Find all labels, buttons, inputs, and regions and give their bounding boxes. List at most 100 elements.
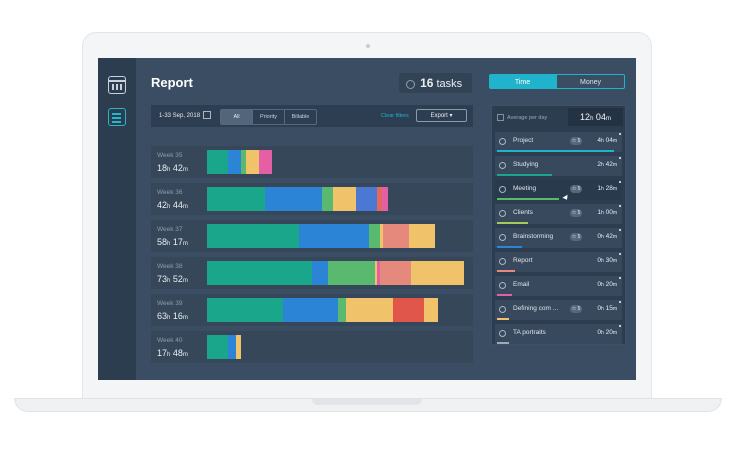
category-icon: [499, 186, 506, 193]
bar-segment[interactable]: [409, 224, 435, 248]
week-hours: 73: [157, 274, 167, 284]
money-toggle-button[interactable]: Money: [556, 74, 625, 89]
bar-segment[interactable]: [383, 224, 409, 248]
category-time: 0h 30m: [597, 257, 617, 264]
report-list-nav-icon[interactable]: [108, 108, 126, 126]
clear-filters-link[interactable]: Clear filters: [381, 105, 409, 127]
category-item[interactable]: Defining com ...✩ 50h 15m: [495, 300, 622, 320]
minutes-unit: m: [183, 278, 188, 284]
bar-segment[interactable]: [328, 261, 375, 285]
category-panel: Average per day 12h 04m Project✩ 54h 04m…: [491, 105, 626, 345]
category-name: Meeting: [513, 185, 536, 192]
stacked-bar[interactable]: [207, 224, 435, 248]
minutes-unit: m: [183, 241, 188, 247]
category-item[interactable]: Email0h 20m: [495, 276, 622, 296]
bar-segment[interactable]: [346, 298, 393, 322]
category-time: 1h 28m: [597, 185, 617, 192]
export-dropdown[interactable]: Export ▾: [416, 109, 467, 122]
stacked-bar[interactable]: [207, 335, 241, 359]
week-label: Week 37: [157, 226, 183, 233]
category-item[interactable]: Brainstorming✩ 50h 42m: [495, 228, 622, 248]
stacked-bar[interactable]: [207, 298, 438, 322]
category-item[interactable]: TA portraits0h 20m: [495, 324, 622, 344]
week-total: 58h 17m: [157, 237, 188, 247]
bar-segment[interactable]: [393, 298, 424, 322]
bar-segment[interactable]: [333, 187, 357, 211]
week-minutes: 44: [173, 200, 183, 210]
laptop-notch: [312, 399, 422, 405]
bar-segment[interactable]: [207, 335, 228, 359]
week-hours: 17: [157, 348, 167, 358]
stacked-bar[interactable]: [207, 261, 464, 285]
category-item[interactable]: Project✩ 54h 04m: [495, 132, 622, 152]
export-label: Export: [430, 113, 447, 119]
average-per-day-toggle[interactable]: Average per day: [497, 114, 547, 121]
bar-segment[interactable]: [207, 150, 228, 174]
tab-all[interactable]: All: [221, 110, 252, 124]
minutes-unit: m: [183, 352, 188, 358]
bar-segment[interactable]: [380, 261, 411, 285]
bar-segment[interactable]: [411, 261, 463, 285]
time-toggle-button[interactable]: Time: [489, 74, 556, 89]
chevron-down-icon: ▾: [450, 113, 453, 119]
minutes-unit: m: [613, 138, 617, 144]
bar-segment[interactable]: [236, 335, 241, 359]
category-name: Project: [513, 137, 533, 144]
minutes-unit: m: [613, 306, 617, 312]
bar-segment[interactable]: [338, 298, 346, 322]
week-row[interactable]: Week 3642h 44m: [151, 183, 473, 215]
bar-segment[interactable]: [207, 187, 265, 211]
task-count-badge: ✩ 5: [570, 209, 582, 217]
week-row[interactable]: Week 3873h 52m: [151, 257, 473, 289]
week-row[interactable]: Week 3963h 16m: [151, 294, 473, 326]
category-icon: [499, 306, 506, 313]
bar-segment[interactable]: [259, 150, 272, 174]
category-progress-line: [497, 270, 515, 272]
checkbox-icon: [497, 114, 504, 121]
bar-segment[interactable]: [207, 261, 312, 285]
hours-unit: h: [601, 186, 604, 192]
category-item[interactable]: Report0h 30m: [495, 252, 622, 272]
category-minutes: 20: [606, 329, 613, 336]
bar-segment[interactable]: [369, 224, 379, 248]
bar-segment[interactable]: [207, 298, 283, 322]
task-count-badge: ✩ 5: [570, 233, 582, 241]
bar-segment[interactable]: [228, 150, 241, 174]
category-icon: [499, 138, 506, 145]
bar-segment[interactable]: [265, 187, 323, 211]
category-minutes: 20: [606, 281, 613, 288]
category-item[interactable]: Clients✩ 51h 00m: [495, 204, 622, 224]
bar-segment[interactable]: [312, 261, 328, 285]
bar-segment[interactable]: [424, 298, 437, 322]
corner-dot-icon: [619, 133, 621, 135]
bar-segment[interactable]: [299, 224, 370, 248]
calendar-nav-icon[interactable]: [108, 76, 126, 94]
category-time: 1h 00m: [597, 209, 617, 216]
bar-segment[interactable]: [283, 298, 338, 322]
category-name: Brainstorming: [513, 233, 553, 240]
week-row[interactable]: Week 4017h 48m: [151, 331, 473, 363]
bar-segment[interactable]: [246, 150, 259, 174]
category-item[interactable]: Studying2h 42m: [495, 156, 622, 176]
hours-unit: h: [601, 234, 604, 240]
filter-tabs: All Priority Billable: [220, 109, 317, 125]
week-row[interactable]: Week 37 58h 17m: [151, 220, 473, 252]
date-range-text: 1-33 Sep, 2018: [159, 113, 200, 119]
bar-segment[interactable]: [322, 187, 332, 211]
date-range-picker[interactable]: 1-33 Sep, 2018: [159, 105, 211, 127]
category-name: TA portraits: [513, 329, 546, 336]
week-row[interactable]: Week 3518h 42m: [151, 146, 473, 178]
bar-segment[interactable]: [228, 335, 236, 359]
tab-priority[interactable]: Priority: [252, 110, 284, 124]
bar-segment[interactable]: [356, 187, 377, 211]
category-item[interactable]: Meeting✩ 51h 28m: [495, 180, 622, 200]
bar-segment[interactable]: [207, 224, 299, 248]
hours-unit: h: [167, 241, 170, 247]
stacked-bar[interactable]: [207, 150, 272, 174]
minutes-unit: m: [183, 315, 188, 321]
bar-segment[interactable]: [382, 187, 387, 211]
category-time: 0h 15m: [597, 305, 617, 312]
category-minutes: 15: [606, 305, 613, 312]
stacked-bar[interactable]: [207, 187, 388, 211]
tab-billable[interactable]: Billable: [284, 110, 316, 124]
